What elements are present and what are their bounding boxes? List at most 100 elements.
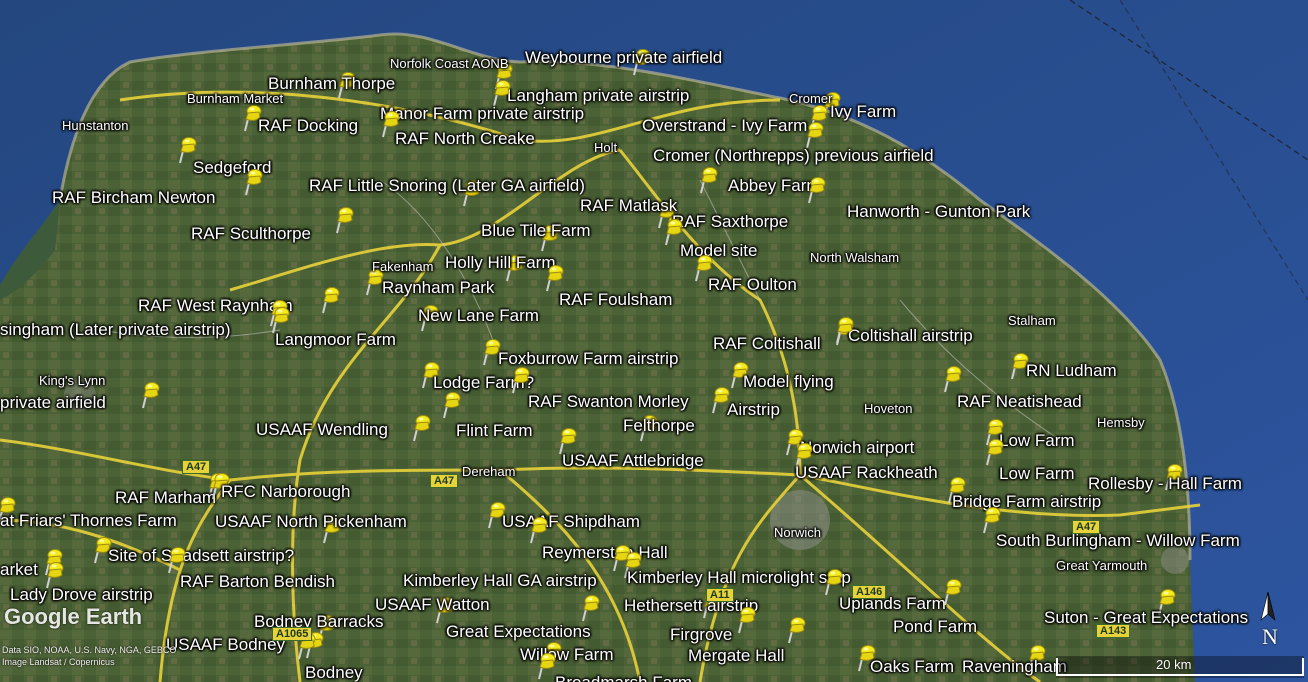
placemark-label[interactable]: RAF Little Snoring (Later GA airfield) bbox=[309, 176, 585, 196]
yellow-pushpin-icon[interactable] bbox=[806, 176, 828, 204]
placemark-label[interactable]: Felthorpe bbox=[623, 416, 695, 436]
placemark-label[interactable]: Site of Stradsett airstrip? bbox=[108, 546, 294, 566]
yellow-pushpin-icon[interactable] bbox=[823, 568, 845, 596]
yellow-pushpin-icon[interactable] bbox=[834, 316, 856, 344]
placemark-label[interactable]: private airfield bbox=[0, 393, 106, 413]
placemark-label[interactable]: Broadmarsh Farm bbox=[555, 673, 692, 682]
yellow-pushpin-icon[interactable] bbox=[140, 381, 162, 409]
placemark-label[interactable]: Weybourne private airfield bbox=[525, 48, 722, 68]
placemark-label[interactable]: RAF Swanton Morley bbox=[528, 392, 689, 412]
yellow-pushpin-icon[interactable] bbox=[166, 546, 188, 574]
placemark-label[interactable]: Coltishall airstrip bbox=[848, 326, 973, 346]
placemark-label[interactable]: Model flying bbox=[743, 372, 834, 392]
yellow-pushpin-icon[interactable] bbox=[544, 264, 566, 292]
placemark-label[interactable]: USAAF Attlebridge bbox=[562, 451, 704, 471]
placemark-label[interactable]: Suton - Great Expectations bbox=[1044, 608, 1248, 628]
placemark-label[interactable]: Langmoor Farm bbox=[275, 330, 396, 350]
placemark-label[interactable]: Mergate Hall bbox=[688, 646, 784, 666]
yellow-pushpin-icon[interactable] bbox=[984, 438, 1006, 466]
placemark-label[interactable]: singham (Later private airstrip) bbox=[0, 320, 231, 340]
place-name: King's Lynn bbox=[39, 373, 106, 388]
placemark-label[interactable]: RAF Barton Bendish bbox=[180, 572, 335, 592]
placemark-label[interactable]: RAF Foulsham bbox=[559, 290, 672, 310]
placemark-label[interactable]: Manor Farm private airstrip bbox=[380, 104, 584, 124]
yellow-pushpin-icon[interactable] bbox=[320, 286, 342, 314]
placemark-label[interactable]: Kimberley Hall microlight strip bbox=[627, 568, 851, 588]
placemark-label[interactable]: at Friars' Thornes Farm bbox=[0, 511, 177, 531]
placemark-label[interactable]: arket bbox=[0, 560, 38, 580]
yellow-pushpin-icon[interactable] bbox=[528, 516, 550, 544]
placemark-label[interactable]: Raveningham bbox=[962, 657, 1067, 677]
yellow-pushpin-icon[interactable] bbox=[580, 594, 602, 622]
placemark-label[interactable]: Langham private airstrip bbox=[507, 86, 689, 106]
placemark-label[interactable]: Model site bbox=[680, 241, 757, 261]
placemark-label[interactable]: Burnham Thorpe bbox=[268, 74, 395, 94]
placemark-label[interactable]: USAAF Shipdham bbox=[502, 512, 640, 532]
placemark-label[interactable]: RAF Bircham Newton bbox=[52, 188, 215, 208]
place-name: Norwich bbox=[774, 525, 821, 540]
place-name: Dereham bbox=[462, 464, 516, 479]
google-earth-watermark: Google Earth bbox=[4, 604, 143, 629]
road-shield-a47: A47 bbox=[182, 460, 211, 474]
placemark-label[interactable]: Low Farm bbox=[999, 431, 1075, 451]
placemark-label[interactable]: RAF Neatishead bbox=[957, 392, 1082, 412]
placemark-label[interactable]: RAF Sculthorpe bbox=[191, 224, 311, 244]
yellow-pushpin-icon[interactable] bbox=[942, 578, 964, 606]
yellow-pushpin-icon[interactable] bbox=[411, 414, 433, 442]
place-name: Holt bbox=[594, 140, 618, 155]
placemark-label[interactable]: Airstrip bbox=[727, 400, 780, 420]
placemark-label[interactable]: RN Ludham bbox=[1026, 361, 1117, 381]
placemark-label[interactable]: RAF North Creake bbox=[395, 129, 535, 149]
placemark-label[interactable]: RAF Marham bbox=[115, 488, 216, 508]
placemark-label[interactable]: Willow Farm bbox=[520, 645, 614, 665]
placemark-label[interactable]: USAAF Rackheath bbox=[795, 463, 938, 483]
yellow-pushpin-icon[interactable] bbox=[698, 166, 720, 194]
yellow-pushpin-icon[interactable] bbox=[942, 365, 964, 393]
placemark-label[interactable]: RAF Matlask bbox=[580, 196, 677, 216]
placemark-label[interactable]: Reymerston Hall bbox=[542, 543, 668, 563]
yellow-pushpin-icon[interactable] bbox=[243, 168, 265, 196]
yellow-pushpin-icon[interactable] bbox=[736, 606, 758, 634]
placemark-label[interactable]: New Lane Farm bbox=[418, 306, 539, 326]
placemark-label[interactable]: Ivy Farm bbox=[830, 102, 896, 122]
placemark-label[interactable]: Firgrove bbox=[670, 625, 732, 645]
north-arrow-icon[interactable]: N bbox=[1258, 590, 1286, 650]
placemark-label[interactable]: RFC Narborough bbox=[221, 482, 350, 502]
placemark-label[interactable]: Norwich airport bbox=[800, 438, 914, 458]
placemark-label[interactable]: Great Expectations bbox=[446, 622, 591, 642]
place-name: Norfolk Coast AONB bbox=[390, 56, 509, 71]
placemark-label[interactable]: Flint Farm bbox=[456, 421, 533, 441]
place-name: Burnham Market bbox=[187, 91, 284, 106]
placemark-label[interactable]: RAF Docking bbox=[258, 116, 358, 136]
placemark-label[interactable]: USAAF Bodney bbox=[166, 635, 285, 655]
placemark-label[interactable]: RAF Saxthorpe bbox=[672, 212, 788, 232]
placemark-label[interactable]: Blue Tile Farm bbox=[481, 221, 591, 241]
placemark-label[interactable]: Cromer (Northrepps) previous airfield bbox=[653, 146, 934, 166]
placemark-label[interactable]: USAAF North Pickenham bbox=[215, 512, 407, 532]
placemark-label[interactable]: South Burlingham - Willow Farm bbox=[996, 531, 1240, 551]
placemark-label[interactable]: Raynham Park bbox=[382, 278, 494, 298]
placemark-label[interactable]: Kimberley Hall GA airstrip bbox=[403, 571, 597, 591]
placemark-label[interactable]: Pond Farm bbox=[893, 617, 977, 637]
yellow-pushpin-icon[interactable] bbox=[804, 121, 826, 149]
placemark-label[interactable]: USAAF Watton bbox=[375, 595, 490, 615]
yellow-pushpin-icon[interactable] bbox=[441, 391, 463, 419]
placemark-label[interactable]: Oaks Farm bbox=[870, 657, 954, 677]
yellow-pushpin-icon[interactable] bbox=[334, 206, 356, 234]
placemark-label[interactable]: Overstrand - Ivy Farm bbox=[642, 116, 807, 136]
yellow-pushpin-icon[interactable] bbox=[491, 79, 513, 107]
placemark-label[interactable]: Lady Drove airstrip bbox=[10, 585, 153, 605]
yellow-pushpin-icon[interactable] bbox=[510, 366, 532, 394]
placemark-label[interactable]: RAF Oulton bbox=[708, 275, 797, 295]
yellow-pushpin-icon[interactable] bbox=[786, 616, 808, 644]
placemark-label[interactable]: Bridge Farm airstrip bbox=[952, 492, 1101, 512]
yellow-pushpin-icon[interactable] bbox=[981, 506, 1003, 534]
placemark-label[interactable]: Rollesby - Hall Farm bbox=[1088, 474, 1242, 494]
placemark-label[interactable]: Holly Hill Farm bbox=[445, 253, 556, 273]
placemark-label[interactable]: RAF Coltishall bbox=[713, 334, 821, 354]
map-view[interactable]: Weybourne private airfield Burnham Thorpe… bbox=[0, 0, 1308, 682]
placemark-label[interactable]: USAAF Wendling bbox=[256, 420, 388, 440]
placemark-label[interactable]: Low Farm bbox=[999, 464, 1075, 484]
placemark-label[interactable]: Hanworth - Gunton Park bbox=[847, 202, 1030, 222]
placemark-label[interactable]: Bodney bbox=[305, 663, 363, 682]
